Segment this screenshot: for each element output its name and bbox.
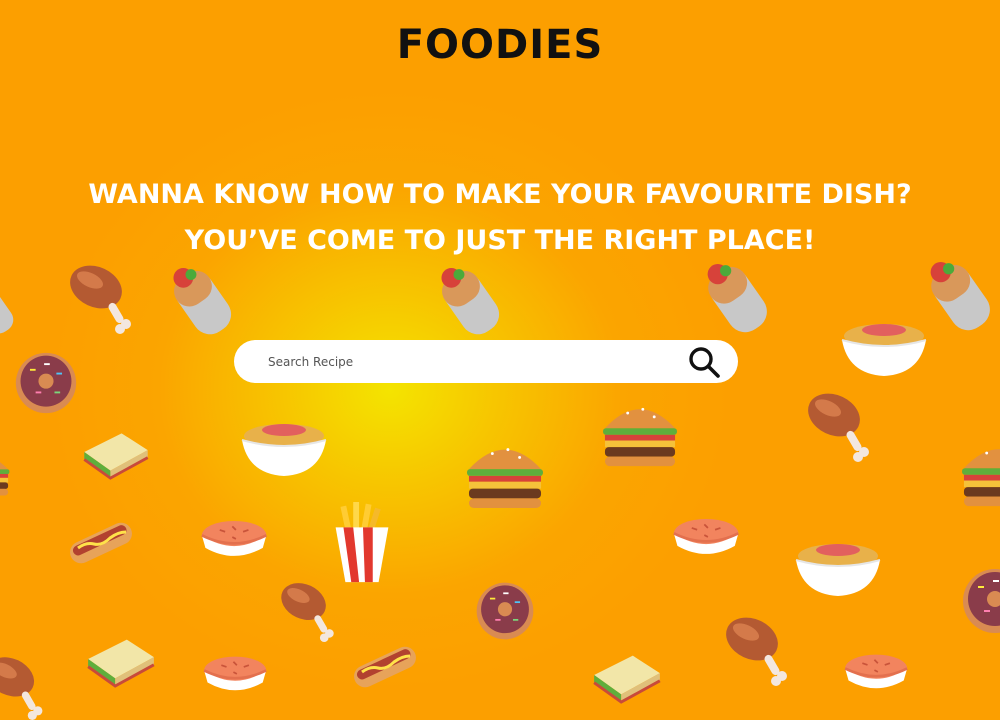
burrito-icon [925, 262, 997, 334]
burger-icon [467, 448, 543, 509]
sandwich-icon [86, 638, 156, 688]
sandwich-icon [82, 431, 150, 480]
chicken-drumstick-icon [801, 390, 869, 462]
burrito-icon [702, 264, 774, 336]
pie-icon [202, 655, 268, 692]
french-fries-icon [335, 502, 389, 583]
noodle-bowl-icon [795, 543, 881, 597]
donut-icon [15, 352, 77, 414]
burrito-icon [0, 288, 18, 336]
sandwich-icon [592, 654, 662, 704]
burrito-icon [436, 268, 506, 338]
search-input[interactable] [266, 345, 684, 378]
brand-logo: FOODIES [396, 22, 604, 68]
search-icon [689, 346, 720, 378]
pie-icon [672, 517, 740, 556]
chicken-drumstick-icon [275, 580, 334, 642]
search-button[interactable] [684, 342, 724, 382]
donut-icon [963, 569, 1000, 633]
chicken-drumstick-icon [63, 262, 131, 334]
hot-dog-icon [350, 641, 420, 693]
hero-headline: WANNA KNOW HOW TO MAKE YOUR FAVOURITE DI… [88, 179, 912, 256]
chicken-drumstick-icon [719, 614, 787, 686]
donut-icon [476, 582, 534, 640]
burger-icon [962, 447, 1000, 507]
noodle-bowl-icon [841, 323, 927, 377]
pie-icon [200, 519, 268, 558]
hot-dog-icon [66, 517, 136, 569]
chicken-drumstick-icon [0, 654, 43, 720]
burger-icon [0, 455, 10, 496]
search-bar [234, 340, 738, 383]
pie-icon [843, 653, 909, 690]
burrito-icon [168, 268, 238, 338]
burger-icon [603, 407, 677, 467]
noodle-bowl-icon [241, 423, 327, 477]
